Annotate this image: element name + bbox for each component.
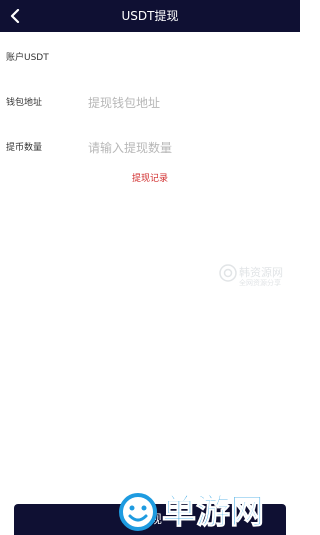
submit-withdraw-button[interactable]: 提现	[14, 504, 286, 535]
watermark-small: 韩资源网 全网资源分享	[219, 262, 289, 290]
wallet-address-label: 钱包地址	[6, 98, 43, 108]
wallet-address-row: 钱包地址	[0, 92, 300, 114]
watermark-small-title: 韩资源网	[239, 266, 283, 279]
watermark-logo-icon	[219, 264, 237, 282]
withdraw-record-link[interactable]: 提现记录	[0, 172, 300, 186]
wallet-address-input[interactable]	[88, 92, 278, 114]
account-usdt-label: 账户USDT	[6, 53, 49, 63]
account-row: 账户USDT	[0, 47, 300, 69]
withdraw-amount-input[interactable]	[88, 137, 278, 159]
top-bar: USDT提现	[0, 0, 300, 32]
withdraw-amount-label: 提币数量	[6, 143, 43, 153]
withdraw-amount-row: 提币数量	[0, 137, 300, 159]
page-title: USDT提现	[121, 9, 179, 23]
watermark-small-subtitle: 全网资源分享	[239, 279, 281, 287]
